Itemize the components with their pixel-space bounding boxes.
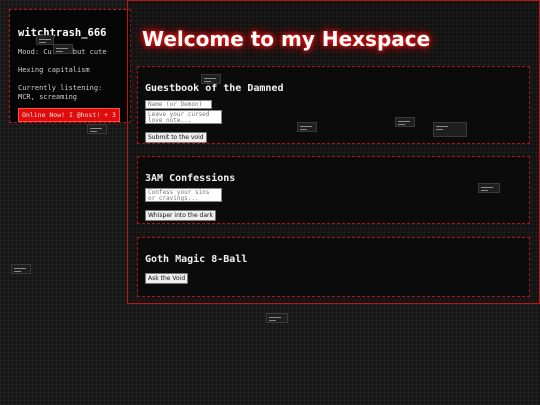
confessions-title: 3AM Confessions: [145, 173, 236, 184]
profile-listening: Currently listening: MCR, screaming: [18, 84, 103, 101]
profile-username: witchtrash_666: [18, 27, 107, 39]
profile-card: witchtrash_666 Mood: Cursed but cute Hex…: [9, 9, 131, 123]
floating-tooltip: [297, 122, 317, 132]
guestbook-name-input[interactable]: [145, 100, 212, 109]
floating-tooltip: [266, 313, 288, 323]
guestbook-panel: Guestbook of the Damned Submit to the vo…: [137, 66, 530, 144]
online-status-badge: Online Now! I @host! + 3: [18, 108, 120, 122]
floating-tooltip: [11, 264, 31, 274]
guestbook-note-input[interactable]: [145, 110, 222, 124]
floating-tooltip: [53, 44, 73, 54]
profile-hexing: Hexing capitalism: [18, 66, 90, 74]
confession-input[interactable]: [145, 188, 222, 202]
magic-8-ball-title: Goth Magic 8-Ball: [145, 254, 248, 265]
ask-the-void-button[interactable]: Ask the Void: [145, 273, 189, 284]
floating-tooltip: [36, 35, 54, 45]
confession-submit-button[interactable]: Whisper into the dark: [145, 210, 216, 221]
floating-tooltip: [478, 183, 500, 193]
main-content: Welcome to my Hexspace Guestbook of the …: [127, 0, 540, 304]
confessions-panel: 3AM Confessions Whisper into the dark: [137, 156, 530, 224]
guestbook-submit-button[interactable]: Submit to the void: [145, 132, 207, 143]
floating-tooltip: [395, 117, 415, 127]
guestbook-title: Guestbook of the Damned: [145, 83, 284, 94]
floating-tooltip: [87, 124, 107, 134]
page-title: Welcome to my Hexspace: [142, 27, 431, 51]
floating-tooltip: [201, 74, 221, 84]
magic-8-ball-panel: Goth Magic 8-Ball Ask the Void: [137, 237, 530, 297]
floating-tooltip: [433, 122, 467, 137]
